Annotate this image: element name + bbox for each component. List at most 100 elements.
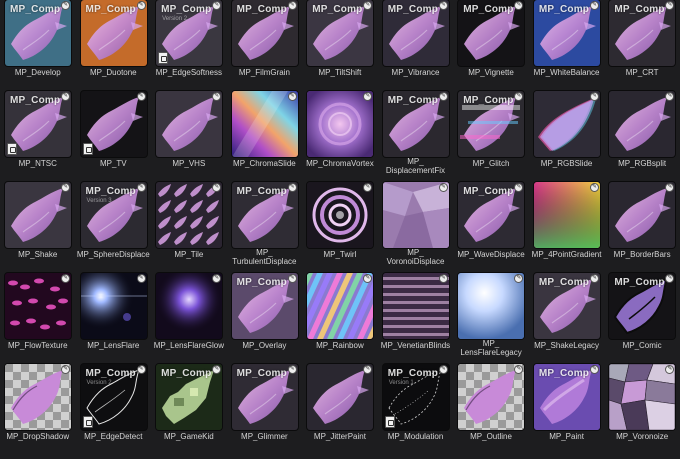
preset-tile-mp-venetianblinds[interactable]: ✎ MP_VenetianBlinds xyxy=(378,273,454,364)
edit-pencil-icon[interactable]: ✎ xyxy=(136,365,146,374)
preset-tile-mp-tile[interactable]: ✎ MP_Tile xyxy=(151,182,227,273)
preset-thumbnail[interactable]: ✎ xyxy=(156,91,223,157)
preset-thumbnail[interactable]: ✎ xyxy=(609,364,676,430)
preset-tile-mp-filmgrain[interactable]: MP_Comp ✎ MP_FilmGrain xyxy=(227,0,303,91)
preset-tile-mp-wavedisplace[interactable]: MP_Comp ✎ MP_WaveDisplace xyxy=(453,182,529,273)
preset-tile-mp-jitterpaint[interactable]: ✎ MP_JitterPaint xyxy=(302,364,378,455)
preset-tile-mp-tv[interactable]: ✎ MP_TV xyxy=(76,91,152,182)
preset-thumbnail[interactable]: MP_Comp Version 1 ✎ xyxy=(382,364,449,430)
preset-thumbnail[interactable]: ✎ xyxy=(231,91,298,157)
preset-thumbnail[interactable]: MP_Comp Version 2 ✎ xyxy=(80,364,147,430)
preset-thumbnail[interactable]: ✎ xyxy=(5,273,71,339)
preset-thumbnail[interactable]: MP_Comp ✎ xyxy=(231,182,298,248)
preset-tile-mp-rgbslide[interactable]: ✎ MP_RGBSlide xyxy=(529,91,605,182)
preset-thumbnail[interactable]: MP_Comp ✎ xyxy=(609,0,676,66)
preset-thumbnail[interactable]: MP_Comp ✎ xyxy=(231,0,298,66)
preset-thumbnail[interactable]: ✎ xyxy=(382,182,449,248)
preset-thumbnail[interactable]: MP_Comp ✎ xyxy=(609,273,676,339)
preset-tile-mp-voronoidisplace[interactable]: ✎ MP_ VoronoiDisplace xyxy=(378,182,454,273)
preset-tile-mp-4pointgradient[interactable]: ✎ MP_4PointGradient xyxy=(529,182,605,273)
preset-thumbnail[interactable]: MP_Comp Version 2 ✎ xyxy=(156,0,223,66)
preset-thumbnail[interactable]: ✎ xyxy=(382,273,449,339)
preset-tile-mp-lensflarelegacy[interactable]: ✎ MP_ LensFlareLegacy xyxy=(453,273,529,364)
preset-tile-mp-flowtexture[interactable]: ✎ MP_FlowTexture xyxy=(0,273,76,364)
preset-thumbnail[interactable]: MP_Comp ✎ xyxy=(231,273,298,339)
preset-tile-mp-ntsc[interactable]: MP_Comp ✎ MP_NTSC xyxy=(0,91,76,182)
edit-pencil-icon[interactable]: ✎ xyxy=(589,92,599,101)
preset-tile-mp-comic[interactable]: MP_Comp ✎ MP_Comic xyxy=(604,273,680,364)
preset-tile-mp-glitch[interactable]: MP_Comp ✎ MP_Glitch xyxy=(453,91,529,182)
preset-thumbnail[interactable]: ✎ xyxy=(5,364,71,430)
preset-tile-mp-spheredisplace[interactable]: MP_Comp Version 3 ✎ MP_SphereDisplace xyxy=(76,182,152,273)
preset-tile-mp-rainbow[interactable]: ✎ MP_Rainbow xyxy=(302,273,378,364)
edit-pencil-icon[interactable]: ✎ xyxy=(287,1,297,10)
preset-thumbnail[interactable]: MP_Comp ✎ xyxy=(382,0,449,66)
preset-thumbnail[interactable]: MP_Comp ✎ xyxy=(382,91,449,157)
preset-tile-mp-edgedetect[interactable]: MP_Comp Version 2 ✎ MP_EdgeDetect xyxy=(76,364,152,455)
preset-thumbnail[interactable]: ✎ xyxy=(533,182,600,248)
preset-tile-mp-twirl[interactable]: ✎ MP_Twirl xyxy=(302,182,378,273)
preset-tile-mp-rgbsplit[interactable]: ✎ MP_RGBsplit xyxy=(604,91,680,182)
preset-tile-mp-displacementfix[interactable]: MP_Comp ✎ MP_ DisplacementFix xyxy=(378,91,454,182)
preset-thumbnail[interactable]: ✎ xyxy=(307,91,374,157)
preset-tile-mp-voronoize[interactable]: ✎ MP_Voronoize xyxy=(604,364,680,455)
preset-thumbnail[interactable]: MP_Comp ✎ xyxy=(458,91,525,157)
preset-thumbnail[interactable]: ✎ xyxy=(458,364,525,430)
preset-thumbnail[interactable]: ✎ xyxy=(307,182,374,248)
edit-pencil-icon[interactable]: ✎ xyxy=(438,183,448,192)
preset-tile-mp-vibrance[interactable]: MP_Comp ✎ MP_Vibrance xyxy=(378,0,454,91)
preset-thumbnail[interactable]: ✎ xyxy=(80,91,147,157)
preset-thumbnail[interactable]: MP_Comp ✎ xyxy=(533,364,600,430)
edit-pencil-icon[interactable]: ✎ xyxy=(287,92,297,101)
preset-tile-mp-shake[interactable]: ✎ MP_Shake xyxy=(0,182,76,273)
preset-tile-mp-modulation[interactable]: MP_Comp Version 1 ✎ MP_Modulation xyxy=(378,364,454,455)
preset-tile-mp-duotone[interactable]: MP_Comp ✎ MP_Duotone xyxy=(76,0,152,91)
edit-pencil-icon[interactable]: ✎ xyxy=(438,1,448,10)
preset-thumbnail[interactable]: ✎ xyxy=(156,182,223,248)
edit-pencil-icon[interactable]: ✎ xyxy=(61,92,70,101)
preset-tile-mp-develop[interactable]: MP_Comp ✎ MP_Develop xyxy=(0,0,76,91)
preset-tile-mp-tiltshift[interactable]: MP_Comp ✎ MP_TiltShift xyxy=(302,0,378,91)
preset-tile-mp-overlay[interactable]: MP_Comp ✎ MP_Overlay xyxy=(227,273,303,364)
preset-tile-mp-gamekid[interactable]: MP_Comp ✎ MP_GameKid xyxy=(151,364,227,455)
preset-thumbnail[interactable]: ✎ xyxy=(458,273,525,339)
edit-pencil-icon[interactable]: ✎ xyxy=(136,274,146,283)
preset-tile-mp-whitebalance[interactable]: MP_Comp ✎ MP_WhiteBalance xyxy=(529,0,605,91)
preset-thumbnail[interactable]: MP_Comp Version 3 ✎ xyxy=(80,182,147,248)
edit-pencil-icon[interactable]: ✎ xyxy=(287,365,297,374)
edit-pencil-icon[interactable]: ✎ xyxy=(589,274,599,283)
preset-tile-mp-shakelegacy[interactable]: MP_Comp ✎ MP_ShakeLegacy xyxy=(529,273,605,364)
preset-tile-mp-crt[interactable]: MP_Comp ✎ MP_CRT xyxy=(604,0,680,91)
preset-tile-mp-chromaslide[interactable]: ✎ MP_ChromaSlide xyxy=(227,91,303,182)
edit-pencil-icon[interactable]: ✎ xyxy=(438,274,448,283)
preset-thumbnail[interactable]: ✎ xyxy=(307,273,374,339)
edit-pencil-icon[interactable]: ✎ xyxy=(136,1,146,10)
preset-tile-mp-lensflare[interactable]: ✎ MP_LensFlare xyxy=(76,273,152,364)
preset-thumbnail[interactable]: MP_Comp ✎ xyxy=(231,364,298,430)
preset-thumbnail[interactable]: MP_Comp ✎ xyxy=(458,0,525,66)
preset-thumbnail[interactable]: ✎ xyxy=(307,364,374,430)
preset-tile-mp-borderbars[interactable]: ✎ MP_BorderBars xyxy=(604,182,680,273)
edit-pencil-icon[interactable]: ✎ xyxy=(589,365,599,374)
edit-pencil-icon[interactable]: ✎ xyxy=(589,1,599,10)
edit-pencil-icon[interactable]: ✎ xyxy=(61,1,70,10)
preset-tile-mp-vignette[interactable]: MP_Comp ✎ MP_Vignette xyxy=(453,0,529,91)
edit-pencil-icon[interactable]: ✎ xyxy=(589,183,599,192)
preset-thumbnail[interactable]: MP_Comp ✎ xyxy=(533,273,600,339)
preset-thumbnail[interactable]: MP_Comp ✎ xyxy=(80,0,147,66)
edit-pencil-icon[interactable]: ✎ xyxy=(438,365,448,374)
preset-thumbnail[interactable]: ✎ xyxy=(156,273,223,339)
preset-tile-mp-dropshadow[interactable]: ✎ MP_DropShadow xyxy=(0,364,76,455)
edit-pencil-icon[interactable]: ✎ xyxy=(136,183,146,192)
preset-tile-mp-outline[interactable]: ✎ MP_Outline xyxy=(453,364,529,455)
preset-thumbnail[interactable]: MP_Comp ✎ xyxy=(533,0,600,66)
preset-thumbnail[interactable]: ✎ xyxy=(609,91,676,157)
preset-thumbnail[interactable]: MP_Comp ✎ xyxy=(5,91,71,157)
edit-pencil-icon[interactable]: ✎ xyxy=(287,183,297,192)
preset-tile-mp-vhs[interactable]: ✎ MP_VHS xyxy=(151,91,227,182)
edit-pencil-icon[interactable]: ✎ xyxy=(61,183,70,192)
edit-pencil-icon[interactable]: ✎ xyxy=(287,274,297,283)
preset-thumbnail[interactable]: ✎ xyxy=(533,91,600,157)
preset-tile-mp-glimmer[interactable]: MP_Comp ✎ MP_Glimmer xyxy=(227,364,303,455)
preset-tile-mp-chromavortex[interactable]: ✎ MP_ChromaVortex xyxy=(302,91,378,182)
